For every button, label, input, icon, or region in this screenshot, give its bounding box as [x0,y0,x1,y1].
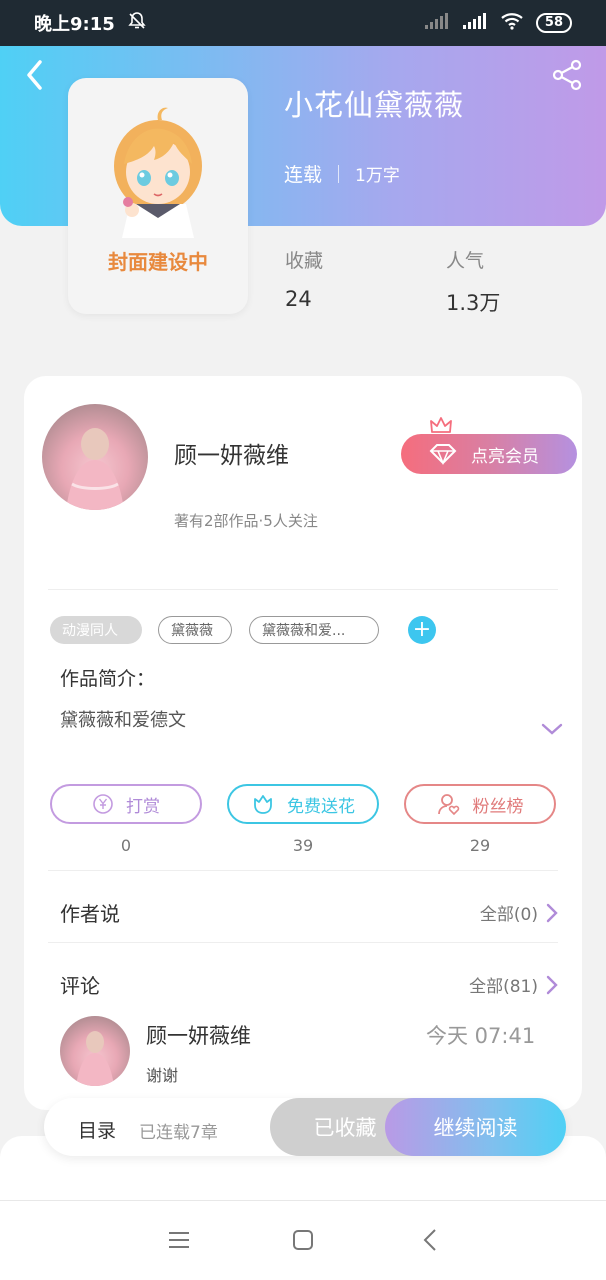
back-button[interactable] [22,58,50,92]
comments-title: 评论 [60,974,100,998]
continue-reading-button[interactable]: 继续阅读 [385,1098,566,1156]
chevron-right-icon [546,975,558,994]
comment-author-name[interactable]: 顾一妍薇维 [146,1020,251,1050]
fan-count: 29 [469,836,491,855]
divider [48,870,558,871]
avatar-image [66,428,124,510]
status-time: 晚上9:15 [34,14,115,35]
menu-icon[interactable] [166,1227,192,1253]
comment-time: 今天 07:41 [426,1024,536,1048]
flower-count: 39 [292,836,314,855]
table-of-contents-button[interactable]: 目录 [78,1116,116,1143]
activate-vip-button[interactable]: 点亮会员 [401,434,577,474]
add-tag-button[interactable]: + [408,616,436,644]
bottom-action-bar: 目录 已连载7章 已收藏 继续阅读 [44,1098,566,1156]
stat-label: 人气 [446,250,485,272]
serial-status: 已连载7章 [139,1123,218,1143]
book-title: 小花仙黛薇薇 [284,88,465,122]
cover-placeholder-illustration [114,107,202,238]
yuan-coin-icon [93,794,113,814]
crown-icon [430,417,452,433]
tag-item[interactable]: 黛薇薇和爱... [249,616,379,644]
home-icon[interactable] [290,1227,316,1253]
author-info: 著有2部作品·5人关注 [174,512,318,530]
signal-icon [424,12,450,35]
send-flower-button[interactable]: 免费送花 [227,784,379,824]
share-icon [552,59,582,91]
tag-item[interactable]: 动漫同人 [50,616,142,644]
comment-text: 谢谢 [146,1066,179,1085]
book-word-count: 1万字 [355,166,400,186]
user-heart-icon [437,794,459,816]
cover-caption: 封面建设中 [108,250,208,274]
divider [48,589,558,590]
chevron-right-icon [546,903,558,922]
stat-value: 24 [285,287,312,311]
tip-label: 打赏 [126,796,160,817]
fan-ranking-button[interactable]: 粉丝榜 [404,784,556,824]
signal-hd-icon [462,12,488,35]
author-says-title: 作者说 [60,902,120,926]
comments-all-label: 全部(81) [469,977,538,997]
divider [48,942,558,943]
author-says-all-link[interactable]: 全部(0) [480,900,558,925]
stat-value: 1.3万 [446,291,501,315]
intro-text: 黛薇薇和爱德文 [60,710,186,731]
flower-icon [254,795,272,814]
diamond-icon [429,444,457,465]
status-bar: 晚上9:15 58 [0,0,606,46]
comment-avatar[interactable] [60,1016,130,1086]
tag-item[interactable]: 黛薇薇 [158,616,232,644]
battery-icon: 58 [535,13,572,33]
wifi-icon [500,12,524,35]
author-avatar[interactable] [42,404,148,510]
meta-divider [338,164,340,183]
book-status: 连载 [284,164,323,186]
tip-count: 0 [120,836,132,855]
author-name[interactable]: 顾一妍薇维 [174,436,289,470]
book-meta: 连载 1万字 [284,160,400,187]
mute-bell-icon [127,11,147,36]
stat-popularity: 人气 1.3万 [446,246,500,317]
book-detail-card: 顾一妍薇维 著有2部作品·5人关注 点亮会员 动漫同人 黛薇薇 黛薇薇和爱...… [24,376,582,1110]
book-cover[interactable]: 封面建设中 [68,78,248,314]
fan-ranking-label: 粉丝榜 [472,796,524,817]
send-flower-label: 免费送花 [287,796,355,817]
comments-all-link[interactable]: 全部(81) [469,972,558,997]
author-says-all-label: 全部(0) [479,905,538,925]
system-nav-bar [0,1200,606,1280]
vip-button-label: 点亮会员 [471,446,539,467]
back-arrow-icon [27,60,42,90]
chevron-down-icon[interactable] [540,721,564,737]
intro-label: 作品简介： [60,668,156,690]
tip-button[interactable]: 打赏 [50,784,202,824]
avatar-image [76,1031,114,1086]
stat-label: 收藏 [285,250,324,272]
back-nav-icon[interactable] [418,1227,444,1253]
share-button[interactable] [550,58,584,92]
stat-favorites: 收藏 24 [285,246,323,311]
